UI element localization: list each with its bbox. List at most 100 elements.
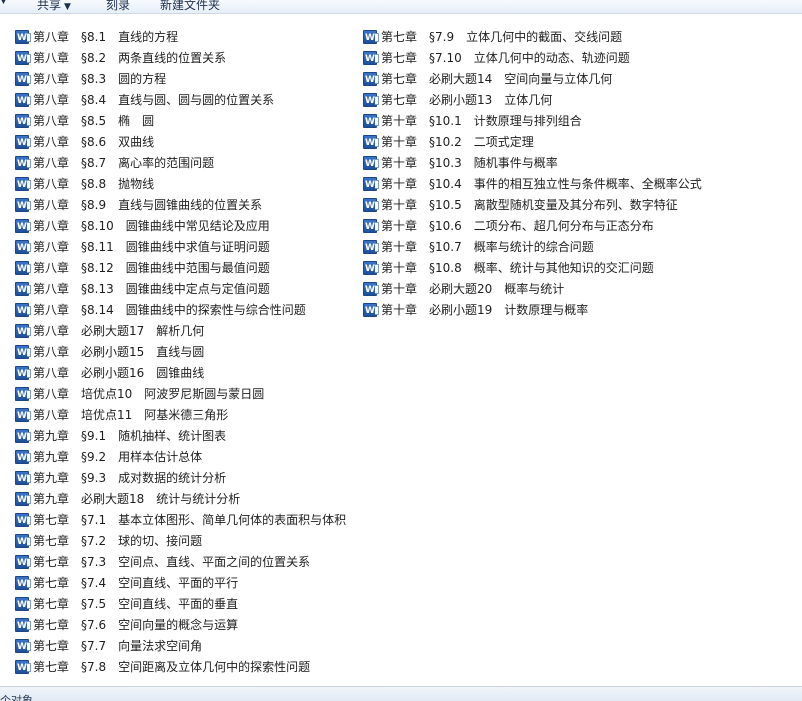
file-item[interactable]: W 第八章 §8.14 圆锥曲线中的探索性与综合性问题	[15, 299, 346, 320]
file-name: 第七章 §7.1 基本立体图形、简单几何体的表面积与体积	[33, 513, 347, 527]
word-document-icon: W	[15, 638, 31, 653]
file-column-1: W 第八章 §8.1 直线的方程 W 第八章 §8.2 两条直线的位置关系 W 第八章 §…	[15, 26, 346, 677]
file-item[interactable]: W 第八章 培优点10 阿波罗尼斯圆与蒙日圆	[15, 383, 346, 404]
word-document-icon: W	[15, 323, 31, 338]
file-item[interactable]: W 第八章 §8.3 圆的方程	[15, 68, 346, 89]
word-document-icon: W	[15, 512, 31, 527]
file-name: 第十章 §10.2 二项式定理	[381, 135, 534, 149]
new-folder-button[interactable]: 新建文件夹	[160, 0, 220, 13]
word-document-icon: W	[15, 596, 31, 611]
file-item[interactable]: W 第八章 §8.1 直线的方程	[15, 26, 346, 47]
word-document-icon: W	[15, 239, 31, 254]
file-item[interactable]: W 第十章 §10.2 二项式定理	[363, 131, 702, 152]
file-item[interactable]: W 第九章 §9.3 成对数据的统计分析	[15, 467, 346, 488]
file-item[interactable]: W 第七章 §7.2 球的切、接问题	[15, 530, 346, 551]
file-name: 第八章 必刷小题16 圆锥曲线	[33, 366, 205, 380]
file-item[interactable]: W 第七章 §7.5 空间直线、平面的垂直	[15, 593, 346, 614]
file-item[interactable]: W 第十章 §10.8 概率、统计与其他知识的交汇问题	[363, 257, 702, 278]
file-item[interactable]: W 第八章 §8.8 抛物线	[15, 173, 346, 194]
file-name: 第七章 §7.3 空间点、直线、平面之间的位置关系	[33, 555, 311, 569]
file-item[interactable]: W 第九章 §9.1 随机抽样、统计图表	[15, 425, 346, 446]
file-name: 第八章 §8.12 圆锥曲线中范围与最值问题	[33, 261, 270, 275]
word-document-icon: W	[15, 617, 31, 632]
file-item[interactable]: W 第八章 §8.9 直线与圆锥曲线的位置关系	[15, 194, 346, 215]
file-item[interactable]: W 第十章 §10.5 离散型随机变量及其分布列、数字特征	[363, 194, 702, 215]
command-toolbar: ▼ 共享 ▼ 刻录 新建文件夹	[0, 0, 802, 14]
status-bar: 个对象	[0, 686, 802, 701]
word-document-icon: W	[363, 197, 379, 212]
file-name: 第八章 §8.11 圆锥曲线中求值与证明问题	[33, 240, 270, 254]
file-item[interactable]: W 第八章 §8.5 椭 圆	[15, 110, 346, 131]
share-button[interactable]: 共享 ▼	[37, 0, 71, 13]
file-name: 第八章 §8.10 圆锥曲线中常见结论及应用	[33, 219, 270, 233]
file-name: 第十章 §10.8 概率、统计与其他知识的交汇问题	[381, 261, 654, 275]
file-item[interactable]: W 第七章 §7.7 向量法求空间角	[15, 635, 346, 656]
file-name: 第八章 §8.8 抛物线	[33, 177, 155, 191]
word-document-icon: W	[15, 365, 31, 380]
file-name: 第八章 §8.1 直线的方程	[33, 30, 179, 44]
file-item[interactable]: W 第八章 必刷小题16 圆锥曲线	[15, 362, 346, 383]
file-name: 第七章 §7.7 向量法求空间角	[33, 639, 203, 653]
file-item[interactable]: W 第七章 §7.9 立体几何中的截面、交线问题	[363, 26, 702, 47]
file-item[interactable]: W 第七章 §7.10 立体几何中的动态、轨迹问题	[363, 47, 702, 68]
word-document-icon: W	[15, 260, 31, 275]
file-list-view: W 第八章 §8.1 直线的方程 W 第八章 §8.2 两条直线的位置关系 W 第八章 §…	[0, 14, 802, 686]
word-document-icon: W	[15, 113, 31, 128]
file-item[interactable]: W 第八章 培优点11 阿基米德三角形	[15, 404, 346, 425]
word-document-icon: W	[15, 470, 31, 485]
file-item[interactable]: W 第七章 必刷小题13 立体几何	[363, 89, 702, 110]
file-name: 第八章 §8.3 圆的方程	[33, 72, 167, 86]
file-item[interactable]: W 第八章 §8.12 圆锥曲线中范围与最值问题	[15, 257, 346, 278]
word-document-icon: W	[363, 176, 379, 191]
file-item[interactable]: W 第九章 §9.2 用样本估计总体	[15, 446, 346, 467]
word-document-icon: W	[15, 29, 31, 44]
word-document-icon: W	[363, 218, 379, 233]
file-item[interactable]: W 第七章 §7.3 空间点、直线、平面之间的位置关系	[15, 551, 346, 572]
file-item[interactable]: W 第十章 必刷小题19 计数原理与概率	[363, 299, 702, 320]
file-name: 第十章 §10.1 计数原理与排列组合	[381, 114, 582, 128]
word-document-icon: W	[15, 428, 31, 443]
file-item[interactable]: W 第八章 §8.2 两条直线的位置关系	[15, 47, 346, 68]
file-name: 第八章 §8.2 两条直线的位置关系	[33, 51, 227, 65]
file-name: 第八章 §8.5 椭 圆	[33, 114, 155, 128]
file-name: 第九章 §9.3 成对数据的统计分析	[33, 471, 227, 485]
file-item[interactable]: W 第七章 §7.8 空间距离及立体几何中的探索性问题	[15, 656, 346, 677]
file-name: 第七章 §7.9 立体几何中的截面、交线问题	[381, 30, 623, 44]
word-document-icon: W	[363, 71, 379, 86]
file-item[interactable]: W 第八章 必刷小题15 直线与圆	[15, 341, 346, 362]
file-item[interactable]: W 第七章 必刷大题14 空间向量与立体几何	[363, 68, 702, 89]
word-document-icon: W	[15, 302, 31, 317]
word-document-icon: W	[363, 239, 379, 254]
file-item[interactable]: W 第八章 §8.11 圆锥曲线中求值与证明问题	[15, 236, 346, 257]
word-document-icon: W	[363, 302, 379, 317]
file-item[interactable]: W 第八章 §8.10 圆锥曲线中常见结论及应用	[15, 215, 346, 236]
file-item[interactable]: W 第十章 §10.7 概率与统计的综合问题	[363, 236, 702, 257]
file-item[interactable]: W 第十章 §10.1 计数原理与排列组合	[363, 110, 702, 131]
file-item[interactable]: W 第十章 §10.6 二项分布、超几何分布与正态分布	[363, 215, 702, 236]
file-item[interactable]: W 第八章 必刷大题17 解析几何	[15, 320, 346, 341]
word-document-icon: W	[363, 29, 379, 44]
word-document-icon: W	[15, 134, 31, 149]
word-document-icon: W	[15, 197, 31, 212]
word-document-icon: W	[15, 92, 31, 107]
file-name: 第九章 必刷大题18 统计与统计分析	[33, 492, 241, 506]
file-item[interactable]: W 第七章 §7.1 基本立体图形、简单几何体的表面积与体积	[15, 509, 346, 530]
file-name: 第八章 §8.9 直线与圆锥曲线的位置关系	[33, 198, 263, 212]
file-name: 第八章 必刷小题15 直线与圆	[33, 345, 205, 359]
burn-button[interactable]: 刻录	[106, 0, 130, 13]
file-item[interactable]: W 第十章 必刷大题20 概率与统计	[363, 278, 702, 299]
word-document-icon: W	[15, 533, 31, 548]
file-item[interactable]: W 第七章 §7.4 空间直线、平面的平行	[15, 572, 346, 593]
share-label: 共享	[37, 0, 62, 12]
file-item[interactable]: W 第十章 §10.4 事件的相互独立性与条件概率、全概率公式	[363, 173, 702, 194]
file-item[interactable]: W 第十章 §10.3 随机事件与概率	[363, 152, 702, 173]
file-item[interactable]: W 第八章 §8.7 离心率的范围问题	[15, 152, 346, 173]
file-item[interactable]: W 第八章 §8.4 直线与圆、圆与圆的位置关系	[15, 89, 346, 110]
file-item[interactable]: W 第八章 §8.13 圆锥曲线中定点与定值问题	[15, 278, 346, 299]
chevron-down-icon[interactable]: ▼	[0, 0, 7, 6]
file-item[interactable]: W 第七章 §7.6 空间向量的概念与运算	[15, 614, 346, 635]
file-name: 第十章 §10.5 离散型随机变量及其分布列、数字特征	[381, 198, 678, 212]
file-item[interactable]: W 第八章 §8.6 双曲线	[15, 131, 346, 152]
file-item[interactable]: W 第九章 必刷大题18 统计与统计分析	[15, 488, 346, 509]
file-name: 第十章 必刷小题19 计数原理与概率	[381, 303, 589, 317]
